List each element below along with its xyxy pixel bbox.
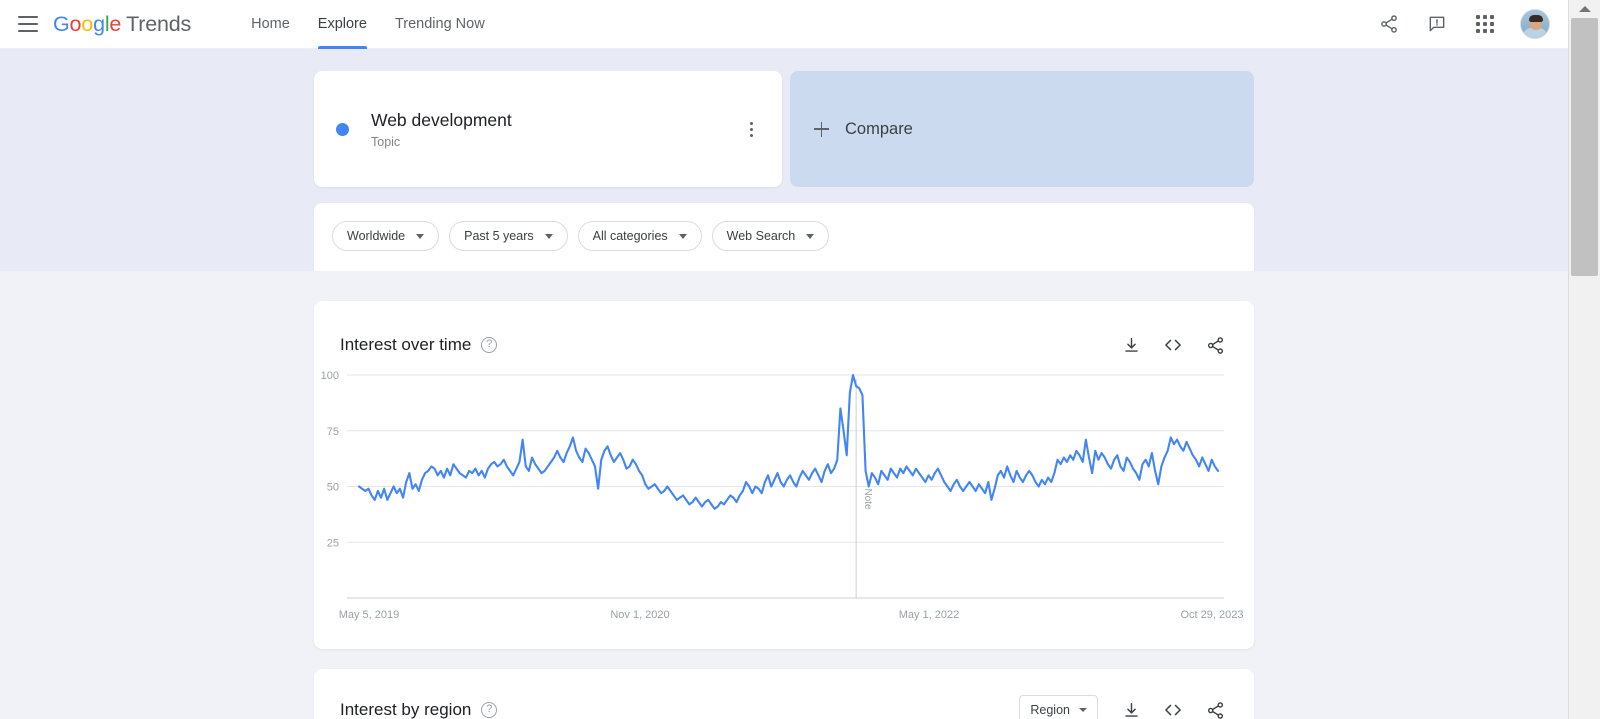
nav-item-explore-label: Explore [317,16,367,32]
time-range-filter[interactable]: Past 5 years [449,221,568,251]
chart-annotation: Note [855,379,873,598]
chart-x-axis-labels: May 5, 2019 Nov 1, 2020 May 1, 2022 Oct 29,… [339,609,1244,621]
google-trends-logo[interactable]: Google Trends [53,12,191,37]
query-row: Web development Topic Compare [314,71,1254,187]
svg-text:75: 75 [327,426,339,438]
app-bar-actions [1376,9,1568,39]
category-filter-label: All categories [592,229,668,243]
nav-item-explore[interactable]: Explore [304,0,381,49]
svg-text:May 1, 2022: May 1, 2022 [899,609,960,621]
embed-code-icon[interactable] [1160,697,1186,719]
svg-text:Note: Note [862,489,873,511]
time-range-filter-label: Past 5 years [464,229,534,243]
search-type-filter-label: Web Search [726,229,796,243]
share-icon[interactable] [1202,697,1228,719]
chevron-down-icon [806,233,815,239]
chart-y-axis-labels: 25 50 75 100 [321,370,339,549]
category-filter[interactable]: All categories [577,221,702,251]
page-scroll-container: Google Trends Home Explore Trending Now [0,0,1568,719]
query-options-menu-icon[interactable] [740,116,762,142]
primary-nav: Home Explore Trending Now [237,0,499,49]
location-filter[interactable]: Worldwide [332,221,440,251]
hamburger-menu-icon[interactable] [18,16,38,32]
help-icon[interactable]: ? [481,337,498,353]
svg-text:100: 100 [321,370,339,382]
interest-by-region-title: Interest by region [340,700,472,719]
svg-text:Nov 1, 2020: Nov 1, 2020 [610,609,669,621]
trends-wordmark: Trends [126,11,192,36]
hero-inner: Web development Topic Compare Worldwide [314,71,1254,271]
chevron-down-icon [416,233,425,239]
series-color-dot [336,122,349,136]
interest-by-region-actions: Region [1019,695,1228,719]
svg-text:25: 25 [327,537,339,549]
svg-text:Oct 29, 2023: Oct 29, 2023 [1181,609,1244,621]
scrollbar-track[interactable] [1571,18,1598,719]
nav-item-trending-now[interactable]: Trending Now [381,0,499,49]
scrollbar-thumb[interactable] [1571,18,1598,276]
feedback-icon[interactable] [1424,11,1450,37]
nav-item-trending-now-label: Trending Now [394,16,485,32]
share-icon[interactable] [1376,11,1402,37]
content-area: Interest over time ? 25 50 75 100 May 5,… [0,271,1568,719]
chevron-down-icon [678,233,687,239]
help-icon[interactable]: ? [481,702,498,718]
nav-item-home[interactable]: Home [237,0,304,49]
add-comparison-button[interactable]: Compare [790,71,1254,187]
app-bar: Google Trends Home Explore Trending Now [0,0,1568,49]
download-icon[interactable] [1118,697,1144,719]
query-title: Web development [371,110,512,131]
page-scrollbar[interactable] [1568,0,1600,719]
interest-by-region-header: Interest by region ? Region [314,669,1254,719]
svg-text:50: 50 [327,482,339,494]
scroll-up-arrow-icon[interactable] [1569,0,1600,18]
chart-gridlines [347,374,1224,599]
search-type-filter[interactable]: Web Search [711,221,830,251]
nav-item-home-label: Home [251,16,290,32]
avatar[interactable] [1520,9,1550,39]
filter-bar: Worldwide Past 5 years All categories We… [314,203,1254,271]
interest-over-time-chart[interactable]: 25 50 75 100 May 5, 2019 Nov 1, 2020 May 1, 2… [314,363,1254,649]
compare-label: Compare [845,119,913,138]
query-hero-band: Web development Topic Compare Worldwide [0,49,1568,271]
chevron-down-icon [1079,708,1087,712]
location-filter-label: Worldwide [347,229,406,243]
embed-code-icon[interactable] [1160,332,1186,358]
interest-over-time-actions [1118,332,1228,358]
interest-over-time-header: Interest over time ? [314,301,1254,363]
query-card[interactable]: Web development Topic [314,71,782,187]
plus-icon [814,121,829,137]
query-text-block: Web development Topic [371,109,740,149]
interest-over-time-card: Interest over time ? 25 50 75 100 May 5,… [314,301,1254,649]
region-breakdown-select[interactable]: Region [1019,695,1098,719]
svg-text:May 5, 2019: May 5, 2019 [339,609,400,621]
interest-over-time-title: Interest over time [340,335,472,354]
trend-line-chart[interactable]: 25 50 75 100 May 5, 2019 Nov 1, 2020 May 1, 2… [314,363,1254,643]
chevron-down-icon [544,233,553,239]
google-wordmark: Google [53,11,122,36]
interest-by-region-card: Interest by region ? Region [314,669,1254,719]
trend-series-line [357,373,1220,510]
download-icon[interactable] [1118,332,1144,358]
query-subtitle: Topic [371,134,401,149]
apps-grid-icon[interactable] [1472,11,1498,37]
region-breakdown-label: Region [1030,703,1070,717]
share-icon[interactable] [1202,332,1228,358]
